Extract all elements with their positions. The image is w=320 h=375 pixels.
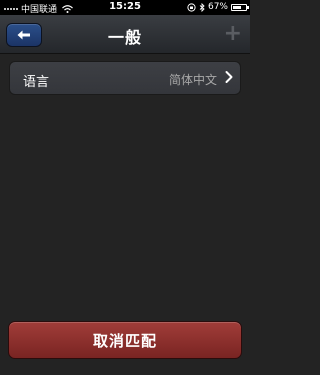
orientation-lock-icon [187, 2, 196, 12]
status-right: 67% [187, 2, 249, 12]
bluetooth-icon [199, 2, 205, 12]
language-value: 简体中文 [168, 73, 217, 87]
chevron-right-icon [225, 71, 233, 83]
language-setting-row[interactable]: 语言 简体中文 [9, 61, 241, 95]
unpair-button[interactable]: 取消匹配 [8, 321, 242, 359]
status-bar: 中国联通 15:25 67% [0, 0, 250, 15]
navigation-bar: 一般 + [0, 15, 250, 54]
add-button[interactable]: + [224, 19, 242, 49]
battery-icon [231, 3, 249, 11]
page-title: 一般 [107, 28, 142, 47]
language-label: 语言 [23, 75, 50, 90]
plus-icon: + [223, 21, 242, 46]
battery-percent: 67% [207, 2, 228, 12]
